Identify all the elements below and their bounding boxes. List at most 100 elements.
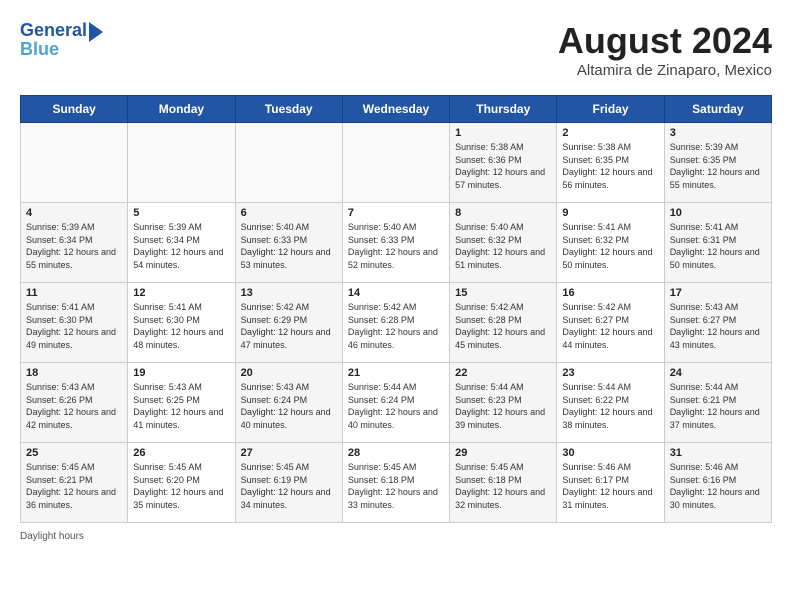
- col-header-thursday: Thursday: [450, 96, 557, 123]
- header: General Blue August 2024 Altamira de Zin…: [20, 20, 772, 79]
- day-number: 28: [348, 447, 444, 459]
- day-info: Sunrise: 5:43 AM Sunset: 6:26 PM Dayligh…: [26, 381, 122, 431]
- day-number: 18: [26, 367, 122, 379]
- calendar-cell: 19 Sunrise: 5:43 AM Sunset: 6:25 PM Dayli…: [128, 363, 235, 443]
- day-info: Sunrise: 5:44 AM Sunset: 6:24 PM Dayligh…: [348, 381, 444, 431]
- day-info: Sunrise: 5:40 AM Sunset: 6:33 PM Dayligh…: [241, 221, 337, 271]
- calendar-cell: [342, 123, 449, 203]
- calendar-cell: 26Sunrise: 5:45 AM Sunset: 6:20 PM Dayli…: [128, 443, 235, 523]
- calendar-cell: 15 Sunrise: 5:42 AM Sunset: 6:28 PM Dayli…: [450, 283, 557, 363]
- calendar-cell: 23Sunrise: 5:44 AM Sunset: 6:22 PM Dayli…: [557, 363, 664, 443]
- footer-text: Daylight hours: [20, 531, 84, 542]
- day-number: 24: [670, 367, 766, 379]
- header-row: SundayMondayTuesdayWednesdayThursdayFrid…: [21, 96, 772, 123]
- col-header-saturday: Saturday: [664, 96, 771, 123]
- day-info: Sunrise: 5:46 AM Sunset: 6:16 PM Dayligh…: [670, 461, 766, 511]
- day-number: 15: [455, 287, 551, 299]
- day-info: Sunrise: 5:45 AM Sunset: 6:18 PM Dayligh…: [348, 461, 444, 511]
- day-number: 25: [26, 447, 122, 459]
- calendar-cell: 9Sunrise: 5:41 AM Sunset: 6:32 PM Daylig…: [557, 203, 664, 283]
- week-row-1: 1 Sunrise: 5:38 AM Sunset: 6:36 PM Daylig…: [21, 123, 772, 203]
- calendar-cell: 14Sunrise: 5:42 AM Sunset: 6:28 PM Dayli…: [342, 283, 449, 363]
- day-number: 6: [241, 207, 337, 219]
- day-info: Sunrise: 5:43 AM Sunset: 6:25 PM Dayligh…: [133, 381, 229, 431]
- col-header-sunday: Sunday: [21, 96, 128, 123]
- day-info: Sunrise: 5:39 AM Sunset: 6:34 PM Dayligh…: [133, 221, 229, 271]
- day-number: 3: [670, 127, 766, 139]
- day-number: 17: [670, 287, 766, 299]
- day-info: Sunrise: 5:45 AM Sunset: 6:19 PM Dayligh…: [241, 461, 337, 511]
- day-number: 31: [670, 447, 766, 459]
- day-info: Sunrise: 5:41 AM Sunset: 6:30 PM Dayligh…: [133, 301, 229, 351]
- calendar-cell: 27 Sunrise: 5:45 AM Sunset: 6:19 PM Dayli…: [235, 443, 342, 523]
- day-info: Sunrise: 5:39 AM Sunset: 6:34 PM Dayligh…: [26, 221, 122, 271]
- day-number: 9: [562, 207, 658, 219]
- calendar-cell: [21, 123, 128, 203]
- calendar-cell: 11Sunrise: 5:41 AM Sunset: 6:30 PM Dayli…: [21, 283, 128, 363]
- day-number: 29: [455, 447, 551, 459]
- day-number: 11: [26, 287, 122, 299]
- logo-text-general: General: [20, 21, 87, 41]
- day-info: Sunrise: 5:43 AM Sunset: 6:27 PM Dayligh…: [670, 301, 766, 351]
- calendar-cell: 21 Sunrise: 5:44 AM Sunset: 6:24 PM Dayli…: [342, 363, 449, 443]
- day-number: 10: [670, 207, 766, 219]
- calendar-cell: 18 Sunrise: 5:43 AM Sunset: 6:26 PM Dayli…: [21, 363, 128, 443]
- calendar-cell: 1 Sunrise: 5:38 AM Sunset: 6:36 PM Daylig…: [450, 123, 557, 203]
- day-info: Sunrise: 5:44 AM Sunset: 6:21 PM Dayligh…: [670, 381, 766, 431]
- calendar-cell: 16Sunrise: 5:42 AM Sunset: 6:27 PM Dayli…: [557, 283, 664, 363]
- calendar-cell: 2 Sunrise: 5:38 AM Sunset: 6:35 PM Daylig…: [557, 123, 664, 203]
- calendar-cell: 12 Sunrise: 5:41 AM Sunset: 6:30 PM Dayli…: [128, 283, 235, 363]
- day-info: Sunrise: 5:45 AM Sunset: 6:18 PM Dayligh…: [455, 461, 551, 511]
- calendar-cell: 7Sunrise: 5:40 AM Sunset: 6:33 PM Daylig…: [342, 203, 449, 283]
- day-number: 26: [133, 447, 229, 459]
- logo-arrow-icon: [89, 22, 103, 42]
- month-title: August 2024: [558, 20, 772, 62]
- logo-text-blue: Blue: [20, 40, 59, 60]
- col-header-tuesday: Tuesday: [235, 96, 342, 123]
- day-number: 19: [133, 367, 229, 379]
- week-row-3: 11 Sunrise: 5:41 AM Sunset: 6:30 PM Dayli…: [21, 283, 772, 363]
- day-number: 2: [562, 127, 658, 139]
- day-info: Sunrise: 5:44 AM Sunset: 6:22 PM Dayligh…: [562, 381, 658, 431]
- day-info: Sunrise: 5:42 AM Sunset: 6:28 PM Dayligh…: [455, 301, 551, 351]
- day-info: Sunrise: 5:38 AM Sunset: 6:36 PM Dayligh…: [455, 141, 551, 191]
- day-number: 22: [455, 367, 551, 379]
- day-number: 1: [455, 127, 551, 139]
- day-number: 8: [455, 207, 551, 219]
- calendar-cell: 8 Sunrise: 5:40 AM Sunset: 6:32 PM Daylig…: [450, 203, 557, 283]
- day-number: 12: [133, 287, 229, 299]
- day-number: 20: [241, 367, 337, 379]
- col-header-friday: Friday: [557, 96, 664, 123]
- day-info: Sunrise: 5:45 AM Sunset: 6:21 PM Dayligh…: [26, 461, 122, 511]
- col-header-wednesday: Wednesday: [342, 96, 449, 123]
- day-number: 4: [26, 207, 122, 219]
- calendar-table: SundayMondayTuesdayWednesdayThursdayFrid…: [20, 95, 772, 523]
- week-row-4: 18 Sunrise: 5:43 AM Sunset: 6:26 PM Dayli…: [21, 363, 772, 443]
- day-number: 16: [562, 287, 658, 299]
- calendar-cell: 4 Sunrise: 5:39 AM Sunset: 6:34 PM Daylig…: [21, 203, 128, 283]
- calendar-cell: [128, 123, 235, 203]
- week-row-2: 4 Sunrise: 5:39 AM Sunset: 6:34 PM Daylig…: [21, 203, 772, 283]
- subtitle: Altamira de Zinaparo, Mexico: [558, 62, 772, 79]
- calendar-cell: 5Sunrise: 5:39 AM Sunset: 6:34 PM Daylig…: [128, 203, 235, 283]
- day-info: Sunrise: 5:44 AM Sunset: 6:23 PM Dayligh…: [455, 381, 551, 431]
- day-number: 27: [241, 447, 337, 459]
- day-number: 7: [348, 207, 444, 219]
- day-number: 21: [348, 367, 444, 379]
- day-info: Sunrise: 5:38 AM Sunset: 6:35 PM Dayligh…: [562, 141, 658, 191]
- calendar-cell: 24 Sunrise: 5:44 AM Sunset: 6:21 PM Dayli…: [664, 363, 771, 443]
- calendar-cell: 31 Sunrise: 5:46 AM Sunset: 6:16 PM Dayli…: [664, 443, 771, 523]
- day-number: 13: [241, 287, 337, 299]
- day-info: Sunrise: 5:42 AM Sunset: 6:29 PM Dayligh…: [241, 301, 337, 351]
- calendar-cell: 25 Sunrise: 5:45 AM Sunset: 6:21 PM Dayli…: [21, 443, 128, 523]
- title-section: August 2024 Altamira de Zinaparo, Mexico: [558, 20, 772, 79]
- logo: General Blue: [20, 20, 103, 60]
- footer-note: Daylight hours: [20, 531, 772, 542]
- day-number: 14: [348, 287, 444, 299]
- day-info: Sunrise: 5:40 AM Sunset: 6:32 PM Dayligh…: [455, 221, 551, 271]
- calendar-cell: 10Sunrise: 5:41 AM Sunset: 6:31 PM Dayli…: [664, 203, 771, 283]
- calendar-cell: 29 Sunrise: 5:45 AM Sunset: 6:18 PM Dayli…: [450, 443, 557, 523]
- calendar-cell: 6 Sunrise: 5:40 AM Sunset: 6:33 PM Daylig…: [235, 203, 342, 283]
- calendar-cell: 22 Sunrise: 5:44 AM Sunset: 6:23 PM Dayli…: [450, 363, 557, 443]
- day-info: Sunrise: 5:39 AM Sunset: 6:35 PM Dayligh…: [670, 141, 766, 191]
